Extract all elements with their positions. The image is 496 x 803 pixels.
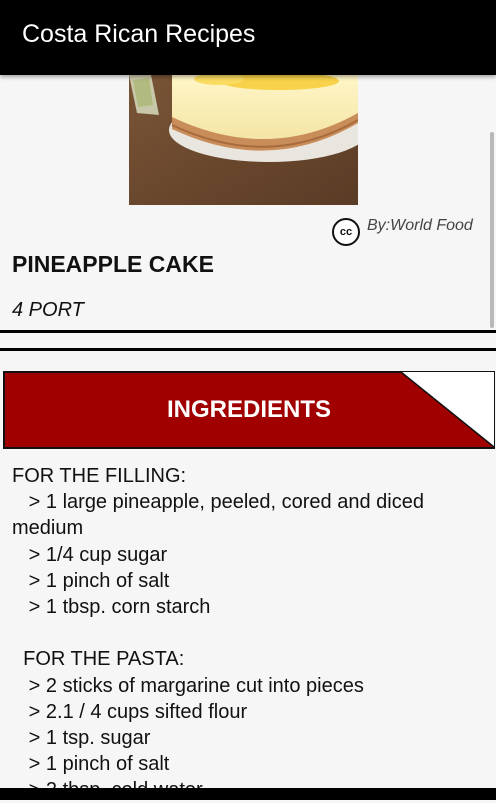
list-item: > 1 tsp. sugar bbox=[12, 726, 151, 749]
list-item: > 1 pinch of salt bbox=[12, 753, 170, 776]
ingredients-heading: INGREDIENTS bbox=[166, 396, 331, 423]
recipe-title: PINEAPPLE CAKE bbox=[12, 251, 214, 277]
list-item: FOR THE PASTA: bbox=[12, 648, 185, 671]
app-bar: Costa Rican Recipes bbox=[0, 0, 496, 75]
ingredients-banner: INGREDIENTS bbox=[3, 371, 495, 449]
ingredients-list: FOR THE FILLING: > 1 large pineapple, pe… bbox=[12, 463, 492, 803]
section-divider-top bbox=[0, 330, 496, 333]
recipe-servings: 4 PORT bbox=[12, 299, 84, 321]
photo-credit: cc By:World Food bbox=[332, 216, 482, 246]
app-title: Costa Rican Recipes bbox=[22, 20, 256, 48]
list-item: > 1 large pineapple, peeled, cored and d… bbox=[12, 491, 424, 514]
list-item: > 1/4 cup sugar bbox=[12, 543, 168, 566]
list-item: > 2.1 / 4 cups sifted flour bbox=[12, 700, 248, 723]
recipe-photo bbox=[129, 75, 358, 205]
scrollbar[interactable] bbox=[490, 132, 494, 328]
section-divider-bottom bbox=[0, 348, 496, 351]
list-item: > 2 sticks of margarine cut into pieces bbox=[12, 674, 364, 697]
navigation-bar bbox=[0, 788, 496, 800]
list-item: > 1 tbsp. corn starch bbox=[12, 595, 211, 618]
creative-commons-icon: cc bbox=[332, 218, 360, 246]
list-item: > 1 pinch of salt bbox=[12, 569, 170, 592]
cake-photo-image bbox=[129, 75, 358, 205]
list-item: FOR THE FILLING: bbox=[12, 465, 187, 487]
credit-text: By:World Food bbox=[367, 217, 473, 234]
list-item: medium bbox=[12, 517, 84, 540]
list-item bbox=[12, 620, 492, 646]
